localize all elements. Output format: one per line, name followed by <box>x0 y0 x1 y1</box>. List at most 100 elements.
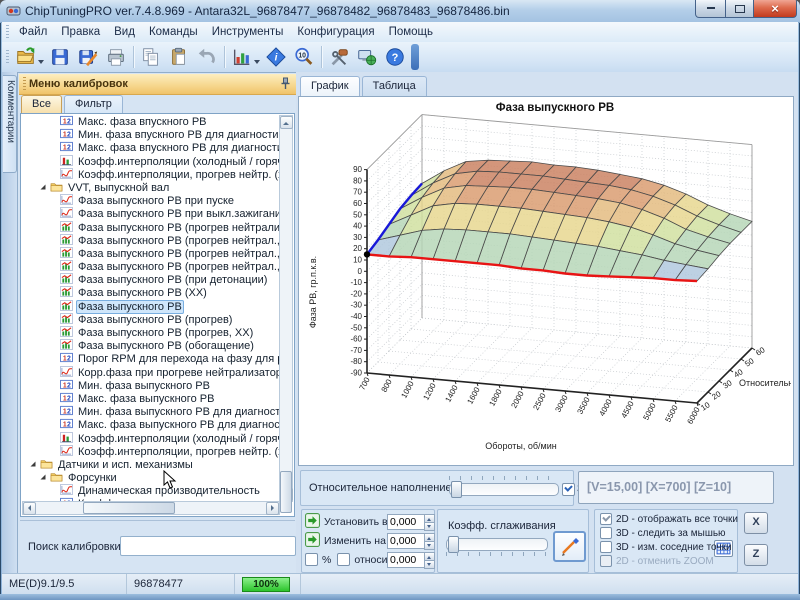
tree-item[interactable]: VVT, выпускной вал <box>22 181 280 194</box>
change-by-input[interactable] <box>387 533 427 549</box>
apply-set-button[interactable] <box>305 513 320 531</box>
tree-hscrollbar[interactable] <box>22 501 280 515</box>
save-as-button[interactable] <box>74 44 102 70</box>
smoothing-slider[interactable] <box>446 538 548 551</box>
relative-input[interactable] <box>387 552 427 568</box>
tree-item[interactable]: Фаза выпускного РВ <box>22 300 280 313</box>
expander-icon[interactable] <box>39 473 47 481</box>
menu-Помощь[interactable]: Помощь <box>382 24 440 40</box>
tree-item[interactable]: Фаза выпускного РВ (прогрев нейтрал., ХХ… <box>22 260 280 273</box>
tree-item[interactable]: Коэфф.интерполяции (холодный / горячий ) <box>22 155 280 168</box>
surface-plot[interactable]: -90-80-70-60-50-40-30-20-100102030405060… <box>299 97 791 463</box>
option-checkbox[interactable] <box>600 541 612 553</box>
tools-button[interactable] <box>325 44 353 70</box>
surface-chart[interactable]: -90-80-70-60-50-40-30-20-100102030405060… <box>298 96 794 466</box>
zoom-button[interactable]: 10 <box>290 44 318 70</box>
tab-table[interactable]: Таблица <box>362 76 427 96</box>
scroll-up-button[interactable] <box>280 116 293 129</box>
chart-button[interactable] <box>228 44 256 70</box>
edit-pen-button[interactable] <box>553 531 586 562</box>
comments-tab[interactable]: Комментарии <box>3 75 17 173</box>
maximize-button[interactable] <box>726 0 754 18</box>
percent-checkbox[interactable] <box>305 553 318 566</box>
tree-item[interactable]: Фаза выпускного РВ при пуске <box>22 194 280 207</box>
tree-item[interactable]: 12Макс. фаза выпускного РВ <box>22 392 280 405</box>
close-button[interactable]: × <box>754 0 797 18</box>
menu-Вид[interactable]: Вид <box>107 24 142 40</box>
tree-item[interactable]: Датчики и исп. механизмы <box>22 458 280 471</box>
tree-item[interactable]: Фаза выпускного РВ (прогрев) <box>22 313 280 326</box>
minimize-button[interactable] <box>695 0 726 18</box>
set-to-input[interactable] <box>387 514 427 530</box>
info-button[interactable]: i <box>262 44 290 70</box>
tree-item[interactable]: 12Мин. фаза выпускного РВ для диагностик… <box>22 405 280 418</box>
tree-item[interactable]: 12Мин. фаза впускного РВ для диагностики <box>22 128 280 141</box>
copy-button[interactable] <box>137 44 165 70</box>
tab-graph[interactable]: График <box>300 76 360 96</box>
tree-vscrollbar[interactable] <box>279 115 293 502</box>
option-checkbox[interactable] <box>600 527 612 539</box>
tree-item[interactable]: 12Макс. фаза выпускного РВ для диагности… <box>22 418 280 431</box>
apply-change-button[interactable] <box>305 532 320 550</box>
relative-spinner[interactable] <box>424 552 435 568</box>
tree-item[interactable]: 12Порог RPM для перехода на фазу для реж… <box>22 352 280 365</box>
save-button[interactable] <box>46 44 74 70</box>
menu-Команды[interactable]: Команды <box>142 24 205 40</box>
expander-icon[interactable] <box>39 183 47 191</box>
tree-item[interactable]: Фаза выпускного РВ при выкл.зажигания <box>22 207 280 220</box>
fill-slider[interactable] <box>449 483 559 496</box>
tree-item[interactable]: Фаза выпускного РВ (прогрев нейтрализато… <box>22 221 280 234</box>
z-axis-button[interactable]: Z <box>744 544 768 566</box>
tree-item[interactable]: 12Мин. фаза выпускного РВ <box>22 379 280 392</box>
open-button[interactable] <box>12 44 40 70</box>
hscroll-thumb[interactable] <box>83 502 175 514</box>
tab-filter[interactable]: Фильтр <box>64 95 123 113</box>
tree-item[interactable]: Фаза выпускного РВ (прогрев нейтрал., хо… <box>22 234 280 247</box>
tree-item[interactable]: 12Макс. фаза впускного РВ для диагностик… <box>22 141 280 154</box>
tree-item[interactable]: 12Макс. фаза впускного РВ <box>22 115 280 128</box>
tree-item[interactable]: Форсунки <box>22 471 280 484</box>
expander-icon[interactable] <box>29 460 37 468</box>
change-by-spinner[interactable] <box>424 533 435 549</box>
help-button[interactable]: ? <box>381 44 409 70</box>
open-button-dropdown[interactable] <box>38 60 44 64</box>
tree-item[interactable]: Коэфф.интерполяции, прогрев нейтр. (холо… <box>22 168 280 181</box>
relative-checkbox[interactable] <box>337 553 350 566</box>
tree-item[interactable]: Коэфф.интерполяции (холодный / горячий ) <box>22 432 280 445</box>
3d-checkbox[interactable] <box>562 483 575 496</box>
set-to-spinner[interactable] <box>424 514 435 530</box>
paste-button[interactable] <box>165 44 193 70</box>
scroll-right-button[interactable] <box>266 502 279 515</box>
x-axis-button[interactable]: X <box>744 512 768 534</box>
menu-Инструменты[interactable]: Инструменты <box>205 24 291 40</box>
tree-item[interactable]: Коэфф.интерполяции, прогрев нейтр. (холо… <box>22 445 280 458</box>
print-button[interactable] <box>102 44 130 70</box>
tab-all[interactable]: Все <box>21 95 62 113</box>
chart-button-dropdown[interactable] <box>254 60 260 64</box>
tree-item[interactable]: Фаза выпускного РВ (ХХ) <box>22 286 280 299</box>
tree-item[interactable]: Фаза выпускного РВ (обогащение) <box>22 339 280 352</box>
menu-Правка[interactable]: Правка <box>54 24 107 40</box>
tree-item[interactable]: Динамическая производительность <box>22 484 280 497</box>
menu-grip[interactable] <box>6 25 9 39</box>
tree-item-label: VVT, выпускной вал <box>66 182 171 194</box>
search-input[interactable] <box>120 536 296 556</box>
menu-Файл[interactable]: Файл <box>12 24 54 40</box>
smoothing-slider-thumb[interactable] <box>448 536 459 553</box>
pin-icon[interactable] <box>280 77 291 93</box>
option-checkbox[interactable] <box>600 513 612 525</box>
scroll-left-button[interactable] <box>23 502 36 515</box>
tree-item[interactable]: Фаза выпускного РВ (прогрев нейтрал., ХХ… <box>22 247 280 260</box>
panel-grip[interactable] <box>23 77 26 91</box>
network-button[interactable] <box>353 44 381 70</box>
undo-button[interactable] <box>193 44 221 70</box>
title-bar[interactable]: ChipTuningPRO ver.7.4.8.969 - Antara32L_… <box>0 0 800 23</box>
tree-item[interactable]: Корр.фаза при прогреве нейтрализатора <box>22 366 280 379</box>
tree-item[interactable]: Фаза выпускного РВ (прогрев, ХХ) <box>22 326 280 339</box>
option-checkbox[interactable] <box>600 555 612 567</box>
menu-Конфигурация[interactable]: Конфигурация <box>290 24 381 40</box>
fill-slider-thumb[interactable] <box>451 481 462 498</box>
tree-item[interactable]: Фаза выпускного РВ (при детонации) <box>22 273 280 286</box>
vscroll-thumb[interactable] <box>280 471 292 513</box>
toolbar-grip[interactable] <box>6 50 9 64</box>
